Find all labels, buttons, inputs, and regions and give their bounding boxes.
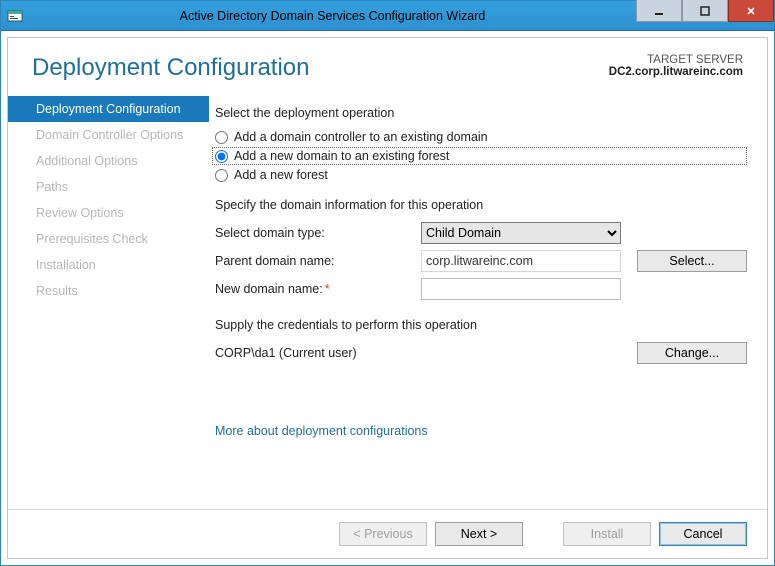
target-server-name: DC2.corp.litwareinc.com xyxy=(609,66,743,78)
new-domain-label: New domain name:* xyxy=(215,282,415,296)
step-review-options: Review Options xyxy=(8,200,209,226)
step-deployment-configuration[interactable]: Deployment Configuration xyxy=(8,96,209,122)
app-icon xyxy=(1,8,29,24)
main-panel: Select the deployment operation Add a do… xyxy=(209,92,767,509)
radio-add-forest-label: Add a new forest xyxy=(234,168,328,182)
radio-add-dc-label: Add a domain controller to an existing d… xyxy=(234,130,488,144)
previous-button: < Previous xyxy=(339,522,427,546)
wizard-window: Active Directory Domain Services Configu… xyxy=(0,0,775,566)
radio-add-dc[interactable] xyxy=(215,131,228,144)
credentials-heading: Supply the credentials to perform this o… xyxy=(215,318,747,332)
select-parent-button[interactable]: Select... xyxy=(637,250,747,272)
step-domain-controller-options: Domain Controller Options xyxy=(8,122,209,148)
maximize-button[interactable] xyxy=(682,0,728,22)
step-paths: Paths xyxy=(8,174,209,200)
next-button[interactable]: Next > xyxy=(435,522,523,546)
install-button: Install xyxy=(563,522,651,546)
radio-add-forest-row[interactable]: Add a new forest xyxy=(215,168,747,182)
target-server-block: TARGET SERVER DC2.corp.litwareinc.com xyxy=(609,54,743,82)
window-controls xyxy=(636,1,774,30)
wizard-steps: Deployment Configuration Domain Controll… xyxy=(8,92,209,509)
step-additional-options: Additional Options xyxy=(8,148,209,174)
specify-heading: Specify the domain information for this … xyxy=(215,198,747,212)
step-prerequisites-check: Prerequisites Check xyxy=(8,226,209,252)
radio-add-domain-label: Add a new domain to an existing forest xyxy=(234,149,449,163)
radio-add-dc-row[interactable]: Add a domain controller to an existing d… xyxy=(215,130,747,144)
domain-type-select[interactable]: Child Domain xyxy=(421,222,621,244)
step-installation: Installation xyxy=(8,252,209,278)
parent-domain-input[interactable] xyxy=(421,250,621,272)
new-domain-input[interactable] xyxy=(421,278,621,300)
required-asterisk-icon: * xyxy=(323,282,330,296)
parent-domain-label: Parent domain name: xyxy=(215,254,415,268)
operation-heading: Select the deployment operation xyxy=(215,106,747,120)
wizard-footer: < Previous Next > Install Cancel xyxy=(8,509,767,558)
domain-type-label: Select domain type: xyxy=(215,226,415,240)
radio-add-domain-row[interactable]: Add a new domain to an existing forest xyxy=(212,147,747,165)
minimize-button[interactable] xyxy=(636,0,682,22)
page-title: Deployment Configuration xyxy=(32,54,310,82)
change-credentials-button[interactable]: Change... xyxy=(637,342,747,364)
more-info-link[interactable]: More about deployment configurations xyxy=(215,424,428,438)
target-server-label: TARGET SERVER xyxy=(609,54,743,66)
cancel-button[interactable]: Cancel xyxy=(659,522,747,546)
window-title: Active Directory Domain Services Configu… xyxy=(29,9,636,23)
current-credentials: CORP\da1 (Current user) xyxy=(215,346,357,360)
close-button[interactable] xyxy=(728,0,774,22)
step-results: Results xyxy=(8,278,209,304)
page-header: Deployment Configuration TARGET SERVER D… xyxy=(8,38,767,92)
titlebar: Active Directory Domain Services Configu… xyxy=(1,1,774,31)
radio-add-forest[interactable] xyxy=(215,169,228,182)
radio-add-domain[interactable] xyxy=(215,150,228,163)
